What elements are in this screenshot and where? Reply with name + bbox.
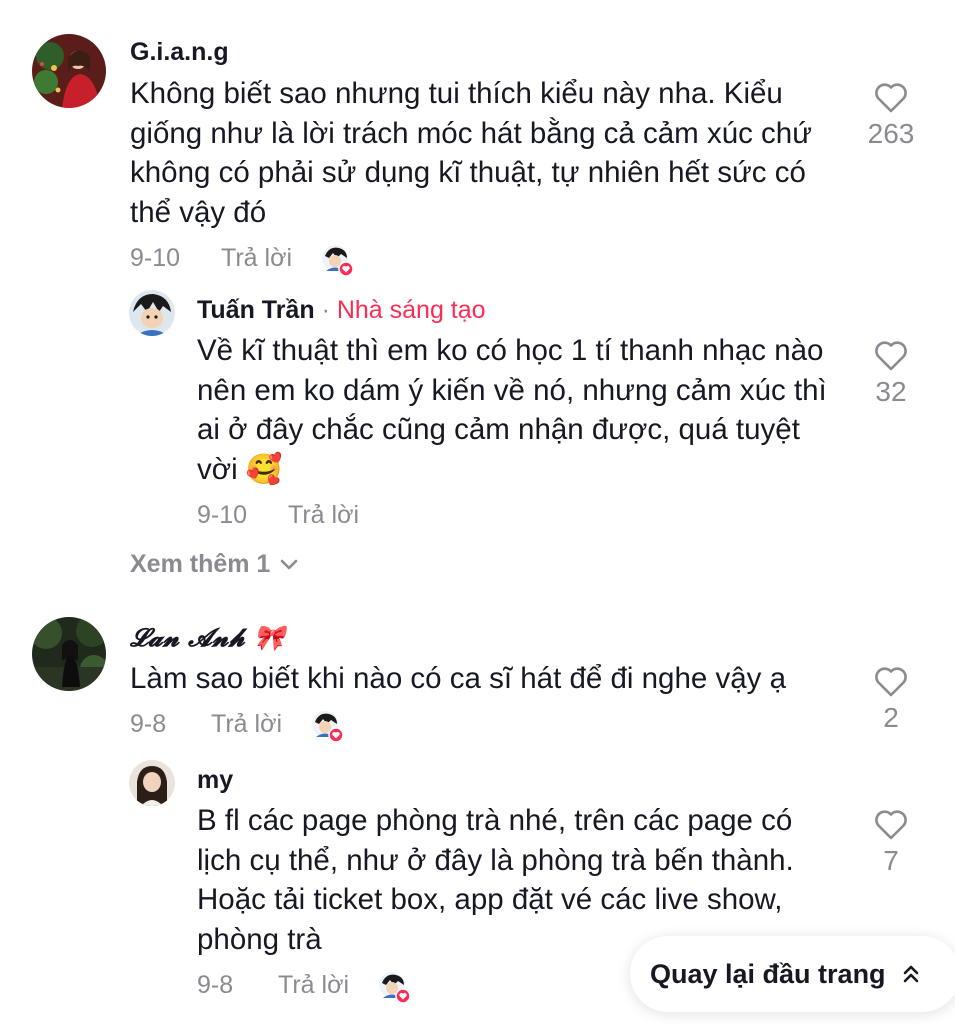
heart-outline-icon <box>875 83 907 113</box>
like-button[interactable]: 32 <box>856 338 926 408</box>
username[interactable]: 𝓛𝓪𝓷 𝓐𝓷𝓱 🎀 <box>130 623 285 653</box>
double-chevron-up-icon <box>903 965 918 983</box>
comment-text: Về kĩ thuật thì em ko có học 1 tí thanh … <box>197 334 827 486</box>
heart-outline-icon <box>875 341 907 371</box>
like-button[interactable]: 2 <box>856 664 926 734</box>
back-to-top-label: Quay lại đầu trang <box>650 958 886 989</box>
comment-date: 9-8 <box>130 710 167 738</box>
like-count: 2 <box>883 702 899 733</box>
reply-button[interactable]: Trả lời <box>288 501 359 530</box>
comment-date: 9-10 <box>130 244 181 272</box>
username[interactable]: my <box>197 766 233 795</box>
heart-outline-icon <box>875 810 907 840</box>
avatar[interactable] <box>32 34 106 108</box>
username[interactable]: Tuấn Trần · Nhà sáng tạo <box>197 296 486 325</box>
comment-text: Không biết sao nhưng tui thích kiểu này … <box>130 77 812 229</box>
chevron-down-icon <box>281 559 298 569</box>
like-count: 263 <box>867 118 915 149</box>
back-to-top-button[interactable]: Quay lại đầu trang <box>630 936 955 1012</box>
username[interactable]: G.i.a.n.g <box>130 38 229 67</box>
creator-badge: Nhà sáng tạo <box>336 296 486 324</box>
avatar[interactable] <box>129 290 175 336</box>
comment-date: 9-10 <box>197 501 248 529</box>
reply-button[interactable]: Trả lời <box>221 244 292 273</box>
creator-liked-avatar-icon <box>378 971 411 1004</box>
like-count: 32 <box>875 376 907 407</box>
creator-liked-avatar-icon <box>311 710 344 743</box>
separator: · <box>321 296 330 324</box>
comment-date: 9-8 <box>197 971 234 999</box>
creator-liked-avatar-icon <box>321 244 354 277</box>
reply-button[interactable]: Trả lời <box>278 971 349 1000</box>
avatar[interactable] <box>129 760 175 806</box>
username-text[interactable]: Tuấn Trần <box>197 296 315 324</box>
like-button[interactable]: 263 <box>856 80 926 150</box>
reply-button[interactable]: Trả lời <box>211 710 282 739</box>
like-button[interactable]: 7 <box>856 807 926 877</box>
see-more-label: Xem thêm 1 <box>130 550 271 578</box>
heart-outline-icon <box>875 667 907 697</box>
see-more-replies-button[interactable]: Xem thêm 1 <box>130 550 298 579</box>
comment-text: Làm sao biết khi nào có ca sĩ hát để đi … <box>130 662 786 695</box>
like-count: 7 <box>883 845 899 876</box>
avatar[interactable] <box>32 617 106 691</box>
